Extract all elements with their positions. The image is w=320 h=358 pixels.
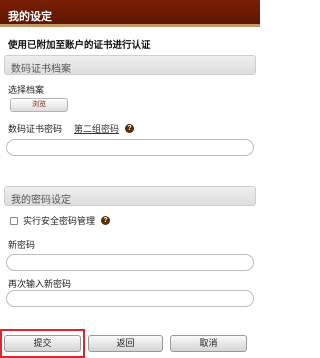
certificate-section-header: 数码证书档案 bbox=[4, 55, 256, 75]
submit-button[interactable]: 提交 bbox=[4, 335, 81, 352]
cancel-button[interactable]: 取消 bbox=[170, 335, 247, 352]
password-section-header: 我的密码设定 bbox=[4, 186, 256, 206]
secure-password-row: 实行安全密码管理 ? bbox=[10, 214, 111, 227]
second-password-link[interactable]: 第二组密码 bbox=[74, 122, 119, 135]
help-icon[interactable]: ? bbox=[125, 124, 135, 133]
select-file-label: 选择档案 bbox=[8, 85, 45, 95]
new-password-input[interactable] bbox=[6, 254, 254, 271]
new-password-label: 新密码 bbox=[8, 240, 36, 250]
confirm-password-label: 再次输入新密码 bbox=[8, 279, 72, 289]
password-section-title: 我的密码设定 bbox=[11, 195, 71, 206]
help-icon[interactable]: ? bbox=[101, 216, 111, 225]
certificate-password-input[interactable] bbox=[6, 139, 254, 156]
certificate-password-row: 数码证书密码 第二组密码 ? bbox=[8, 122, 135, 135]
app-header: 我的设定 bbox=[0, 0, 260, 27]
intro-text: 使用已附加至账户的证书进行认证 bbox=[8, 40, 151, 51]
confirm-password-input[interactable] bbox=[6, 290, 254, 307]
certificate-section-title: 数码证书档案 bbox=[11, 64, 71, 75]
certificate-password-label: 数码证书密码 bbox=[8, 124, 63, 134]
page-title: 我的设定 bbox=[8, 11, 52, 23]
browse-button[interactable]: 浏览 bbox=[10, 98, 68, 112]
secure-password-checkbox[interactable] bbox=[10, 216, 18, 225]
secure-password-label: 实行安全密码管理 bbox=[23, 216, 96, 226]
back-button[interactable]: 返回 bbox=[88, 335, 163, 352]
